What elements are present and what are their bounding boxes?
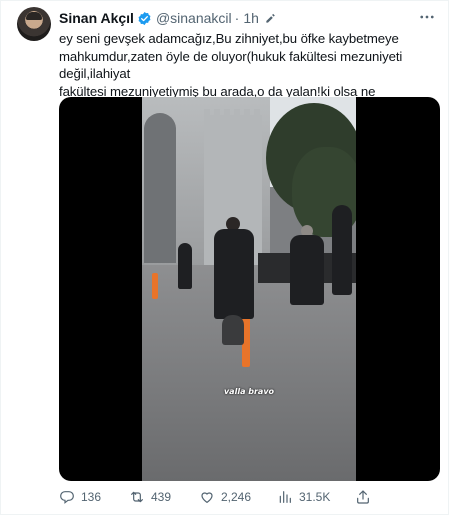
person-legs [222,315,244,345]
author-handle[interactable]: @sinanakcil [156,10,232,26]
views-button[interactable]: 31.5K [277,487,330,507]
action-bar: 136 439 2,246 31.5K [59,487,440,507]
more-dots-icon[interactable] [418,8,436,26]
video-player[interactable]: valla bravo [59,97,440,481]
video-caption: valla bravo [223,387,275,396]
tweet-header: Sinan Akçıl @sinanakcil · 1h [59,8,436,28]
share-button[interactable] [355,487,377,507]
edit-pencil-icon[interactable] [264,11,278,25]
separator-dot: · [234,10,240,26]
retweet-count: 439 [151,490,172,504]
retweet-icon [131,491,143,503]
person-figure [332,205,352,295]
reply-count: 136 [81,490,102,504]
reply-button[interactable]: 136 [59,487,101,507]
verified-badge-icon [138,11,151,25]
heart-icon [201,492,213,504]
share-icon [357,490,369,504]
views-count: 31.5K [299,490,331,504]
video-archway [144,113,176,263]
person-figure [178,243,192,289]
author-name[interactable]: Sinan Akçıl [59,10,134,26]
video-frame: valla bravo [142,97,356,481]
retweet-button[interactable]: 439 [129,487,171,507]
avatar[interactable] [17,7,51,41]
views-chart-icon [279,491,291,503]
like-button[interactable]: 2,246 [199,487,251,507]
person-figure [290,235,324,305]
traffic-post [152,273,158,299]
reply-icon [60,491,74,504]
timestamp[interactable]: 1h [243,10,259,26]
person-figure [214,229,254,319]
tweet-card[interactable]: Sinan Akçıl @sinanakcil · 1h ey seni gev… [0,0,449,515]
like-count: 2,246 [221,490,252,504]
